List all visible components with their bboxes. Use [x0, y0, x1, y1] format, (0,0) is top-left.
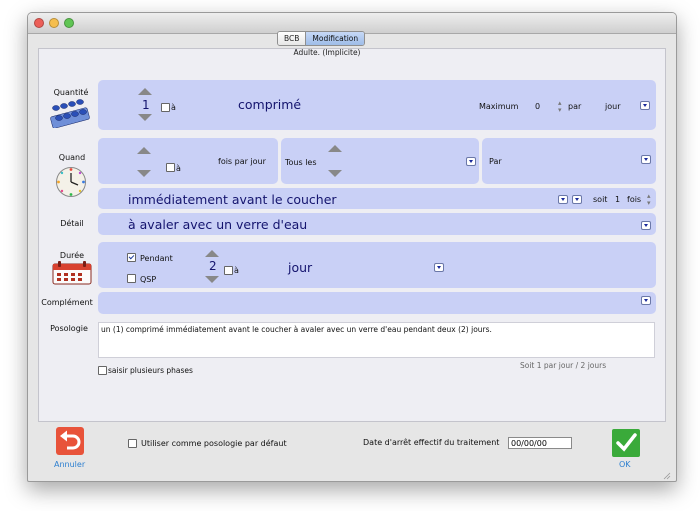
tous-les-decrement-arrow[interactable]: [328, 170, 342, 177]
mode-segmented-control: BCB Modification: [277, 31, 366, 46]
quantite-label: Quantité: [53, 88, 89, 97]
date-arret-label: Date d'arrêt effectif du traitement: [363, 438, 500, 447]
maximum-period[interactable]: jour: [605, 102, 620, 111]
complement-panel[interactable]: [98, 292, 656, 314]
tous-les-increment-arrow[interactable]: [328, 145, 342, 152]
duree-range-checkbox[interactable]: [224, 266, 233, 275]
duree-value[interactable]: 2: [209, 259, 217, 273]
duree-label: Durée: [59, 251, 85, 260]
complement-dropdown[interactable]: [641, 296, 651, 305]
maximum-label: Maximum: [479, 102, 519, 111]
par-dropdown[interactable]: [641, 155, 651, 164]
tous-les-label: Tous les: [285, 158, 317, 167]
moment-dropdown-2[interactable]: [572, 195, 582, 204]
quand-increment-arrow[interactable]: [137, 147, 151, 154]
detail-label: Détail: [60, 219, 84, 228]
zoom-window-button[interactable]: [64, 18, 74, 28]
close-window-button[interactable]: [34, 18, 44, 28]
tous-les-dropdown[interactable]: [466, 157, 476, 166]
quand-label: Quand: [58, 153, 86, 162]
quantite-a-label: à: [171, 103, 176, 112]
duree-unit-dropdown[interactable]: [434, 263, 444, 272]
complement-label: Complément: [41, 298, 93, 307]
posologie-label: Posologie: [50, 324, 88, 333]
qsp-label: QSP: [140, 275, 157, 284]
par-panel: [482, 138, 656, 184]
quantite-increment-arrow[interactable]: [138, 88, 152, 95]
quantite-decrement-arrow[interactable]: [138, 114, 152, 121]
quand-decrement-arrow[interactable]: [137, 170, 151, 177]
soit-stepper[interactable]: ▴ ▾: [647, 193, 651, 207]
duree-increment-arrow[interactable]: [205, 250, 219, 257]
saisir-phases-checkbox[interactable]: [98, 366, 107, 375]
minimize-window-button[interactable]: [49, 18, 59, 28]
duree-a-label: à: [234, 266, 239, 275]
patient-profile-label: Adulte. (Implicite): [293, 48, 361, 57]
soit-label: soit: [593, 195, 608, 204]
resize-handle[interactable]: [663, 465, 671, 480]
duree-decrement-arrow[interactable]: [205, 276, 219, 283]
soit-value[interactable]: 1: [615, 195, 620, 204]
fois-label: fois: [627, 195, 642, 204]
ok-button[interactable]: [612, 429, 640, 457]
posologie-textarea[interactable]: un (1) comprimé immédiatement avant le c…: [98, 322, 655, 358]
saisir-phases-label: saisir plusieurs phases: [108, 366, 193, 375]
maximum-stepper[interactable]: ▴ ▾: [558, 100, 562, 114]
undo-arrow-icon: [60, 430, 81, 450]
summary-text: Soit 1 par jour / 2 jours: [520, 361, 607, 370]
tab-bcb[interactable]: BCB: [278, 32, 307, 45]
calendar-icon: [52, 261, 92, 285]
maximum-par-label: par: [568, 102, 582, 111]
default-posologie-checkbox[interactable]: [128, 439, 137, 448]
pendant-label: Pendant: [140, 254, 173, 263]
qsp-checkbox[interactable]: [127, 274, 136, 283]
cancel-label[interactable]: Annuler: [54, 460, 85, 469]
maximum-value[interactable]: 0: [535, 102, 540, 111]
moment-dropdown-1[interactable]: [558, 195, 568, 204]
pendant-checkbox[interactable]: [127, 253, 136, 262]
moment-value[interactable]: immédiatement avant le coucher: [128, 192, 337, 207]
clock-icon: [56, 167, 86, 197]
cancel-button[interactable]: [56, 427, 84, 455]
par-label: Par: [489, 157, 502, 166]
pills-icon: [50, 99, 90, 128]
detail-dropdown[interactable]: [641, 221, 651, 230]
quantite-unit[interactable]: comprimé: [238, 97, 301, 112]
quand-a-label: à: [176, 164, 181, 173]
posologie-text: un (1) comprimé immédiatement avant le c…: [101, 325, 492, 334]
tab-modification[interactable]: Modification: [306, 32, 365, 45]
quantite-value[interactable]: 1: [142, 98, 150, 112]
ok-label[interactable]: OK: [619, 460, 631, 469]
duree-panel: [98, 242, 656, 288]
duree-unit[interactable]: jour: [288, 260, 312, 275]
quand-range-checkbox[interactable]: [166, 163, 175, 172]
checkmark-icon: [616, 433, 637, 452]
fois-par-jour-label: fois par jour: [218, 157, 266, 166]
default-posologie-label: Utiliser comme posologie par défaut: [141, 439, 287, 448]
quantite-range-checkbox[interactable]: [161, 103, 170, 112]
maximum-period-dropdown[interactable]: [640, 101, 650, 110]
date-arret-field[interactable]: 00/00/00: [508, 437, 572, 449]
detail-value[interactable]: à avaler avec un verre d'eau: [128, 217, 307, 232]
